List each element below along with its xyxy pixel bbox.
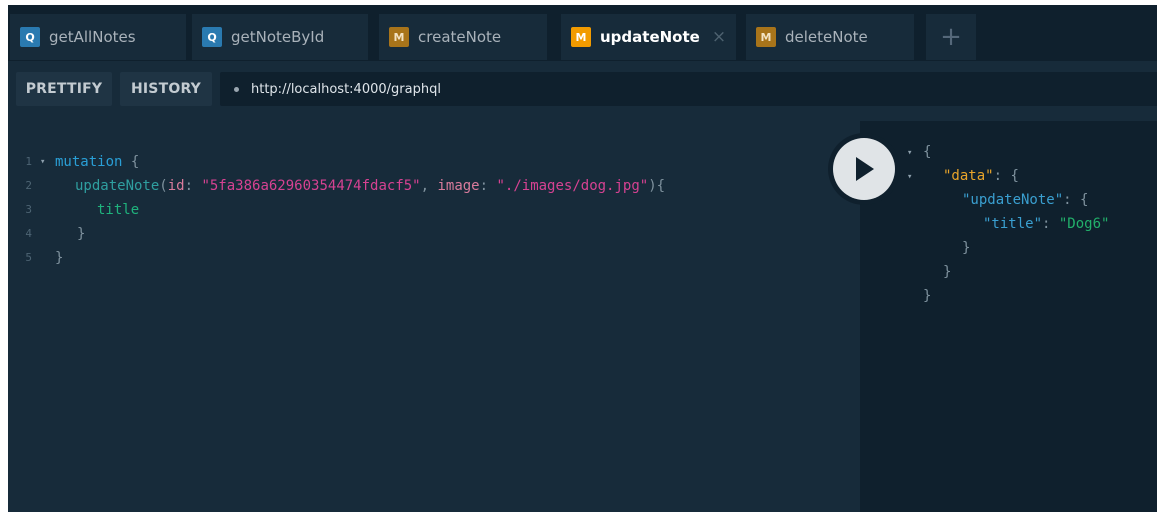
brace: }: [943, 264, 952, 280]
brace: }: [77, 226, 86, 242]
line-number: 5: [25, 251, 32, 264]
tab-label: deleteNote: [785, 28, 868, 46]
result-line-5: }: [962, 236, 970, 260]
result-line-7: }: [923, 284, 931, 308]
run-query-button[interactable]: [828, 133, 900, 205]
brace: {: [130, 154, 140, 170]
code-line-2: updateNote(id: "5fa386a62960354474fdacf5…: [75, 174, 665, 198]
code-line-4: }: [77, 222, 85, 246]
tab-updatenote[interactable]: M updateNote ×: [561, 14, 736, 60]
toolbar: PRETTIFY HISTORY http://localhost:4000/g…: [8, 61, 1157, 121]
brace: }: [55, 250, 64, 266]
tab-label: getNoteById: [231, 28, 325, 46]
tab-label: getAllNotes: [49, 28, 136, 46]
add-tab-button[interactable]: +: [926, 14, 976, 60]
colon: :: [993, 168, 1011, 184]
tab-createnote[interactable]: M createNote: [379, 14, 547, 60]
prettify-button[interactable]: PRETTIFY: [16, 72, 112, 106]
colon: :: [1042, 216, 1059, 232]
result-line-2: "data": {: [943, 164, 1019, 188]
brace: }: [962, 240, 971, 256]
tab-bar: Q getAllNotes Q getNoteById M createNote…: [8, 5, 1157, 61]
code-line-5: }: [55, 246, 63, 270]
result-line-3: "updateNote": {: [962, 188, 1088, 212]
argument-value: "5fa386a62960354474fdacf5": [201, 178, 421, 194]
result-line-6: }: [943, 260, 951, 284]
argument-name: image: [437, 178, 480, 194]
line-number: 2: [25, 179, 32, 192]
colon: :: [479, 178, 497, 194]
brace: {: [923, 144, 932, 160]
line-number: 1: [25, 155, 32, 168]
tab-label: updateNote: [600, 28, 700, 46]
tab-label: createNote: [418, 28, 502, 46]
graphql-playground: Q getAllNotes Q getNoteById M createNote…: [8, 5, 1157, 512]
brace: {: [1010, 168, 1019, 184]
json-value: "Dog6": [1058, 216, 1110, 232]
json-key: "title": [983, 216, 1043, 232]
keyword: mutation: [55, 154, 123, 170]
mutation-badge: M: [389, 27, 409, 47]
line-number: 4: [25, 227, 32, 240]
field-name: title: [97, 202, 140, 218]
result-line-4: "title": "Dog6": [983, 212, 1109, 236]
tab-getallnotes[interactable]: Q getAllNotes: [10, 14, 186, 60]
colon: :: [184, 178, 202, 194]
mutation-name: updateNote: [75, 178, 160, 194]
json-key: "data": [943, 168, 994, 184]
close-tab-icon[interactable]: ×: [712, 27, 726, 47]
argument-value: "./images/dog.jpg": [496, 178, 649, 194]
tab-deletenote[interactable]: M deleteNote: [746, 14, 914, 60]
plus-icon: +: [940, 22, 962, 52]
json-key: "updateNote": [962, 192, 1064, 208]
mutation-badge: M: [756, 27, 776, 47]
fold-arrow-icon[interactable]: ▾: [907, 148, 912, 158]
argument-name: id: [167, 178, 185, 194]
status-dot-icon: [234, 86, 239, 92]
code-line-1: mutation {: [55, 150, 139, 174]
tab-getnotebyid[interactable]: Q getNoteById: [192, 14, 368, 60]
line-number: 3: [25, 203, 32, 216]
paren: ){: [648, 178, 666, 194]
mutation-badge: M: [571, 27, 591, 47]
result-pane[interactable]: ▾ ▾ { "data": { "updateNote": { "title":…: [860, 121, 1157, 512]
brace: {: [1080, 192, 1089, 208]
endpoint-url: http://localhost:4000/graphql: [251, 81, 441, 97]
code-line-3: title: [97, 198, 139, 222]
comma: ,: [420, 178, 438, 194]
run-button-face[interactable]: [833, 138, 895, 200]
history-button[interactable]: HISTORY: [120, 72, 212, 106]
query-badge: Q: [20, 27, 40, 47]
colon: :: [1063, 192, 1081, 208]
paren: (: [159, 178, 168, 194]
endpoint-url-bar[interactable]: http://localhost:4000/graphql: [220, 72, 1157, 106]
fold-arrow-icon[interactable]: ▾: [40, 157, 45, 167]
query-badge: Q: [202, 27, 222, 47]
play-icon: [856, 157, 874, 181]
result-line-1: {: [923, 140, 931, 164]
fold-arrow-icon[interactable]: ▾: [907, 172, 912, 182]
query-editor[interactable]: 1 2 3 4 5 ▾ mutation { updateNote(id: "5…: [8, 121, 860, 512]
brace: }: [923, 288, 932, 304]
